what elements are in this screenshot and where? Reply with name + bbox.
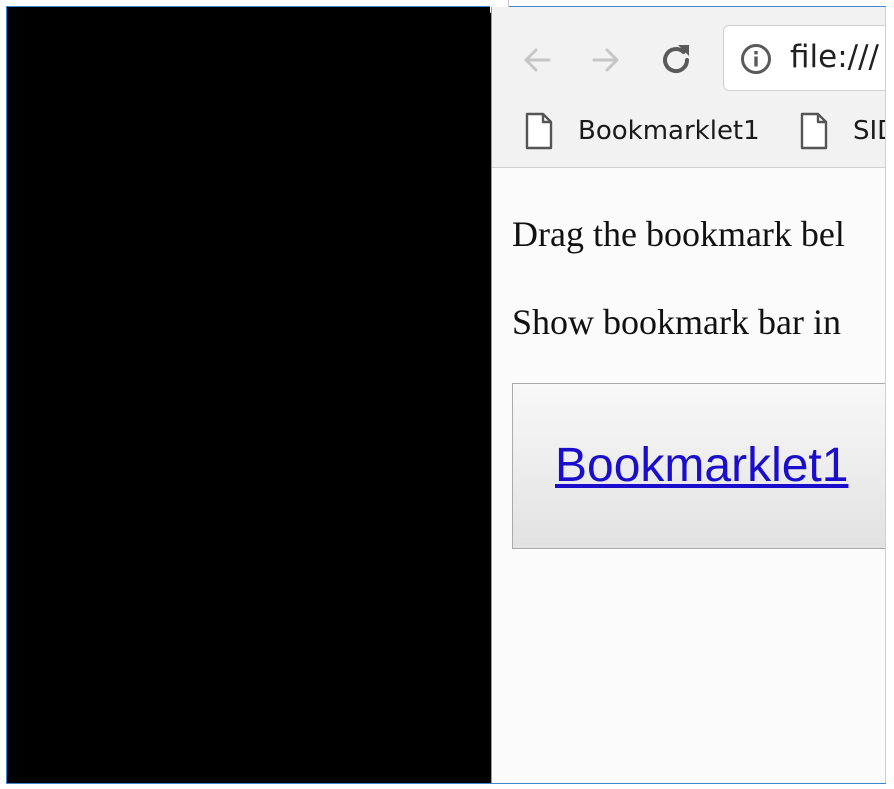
- info-icon[interactable]: [740, 43, 772, 75]
- bottom-margin: [0, 784, 894, 789]
- page-icon: [525, 112, 553, 150]
- arrow-left-icon: [524, 48, 551, 72]
- address-bar[interactable]: file:///: [723, 25, 894, 91]
- instruction-text: Show bookmark bar in: [512, 302, 841, 342]
- screen: file:/// Bookmarklet1 SID Drag the bookm…: [0, 0, 894, 789]
- bookmarklet-box: Bookmarklet1: [512, 383, 894, 549]
- browser-toolbar: file:/// Bookmarklet1 SID: [492, 7, 894, 168]
- reload-icon: [663, 45, 690, 74]
- bookmark-label: Bookmarklet1: [578, 116, 760, 146]
- address-text[interactable]: file:///: [790, 39, 879, 75]
- bookmarklet-link[interactable]: Bookmarklet1: [555, 438, 848, 493]
- back-button[interactable]: [518, 41, 556, 79]
- window-right-edge: [885, 7, 894, 783]
- page-icon: [800, 112, 828, 150]
- instruction-text: Drag the bookmark bel: [512, 214, 845, 254]
- browser-window: file:/// Bookmarklet1 SID Drag the bookm…: [491, 7, 894, 783]
- bookmark-sid[interactable]: SID: [799, 111, 894, 151]
- bookmark-bookmarklet1[interactable]: Bookmarklet1: [524, 111, 760, 151]
- arrow-right-icon: [592, 48, 619, 72]
- blank-black-pane: [7, 7, 491, 783]
- reload-button[interactable]: [657, 41, 695, 79]
- forward-button[interactable]: [587, 41, 625, 79]
